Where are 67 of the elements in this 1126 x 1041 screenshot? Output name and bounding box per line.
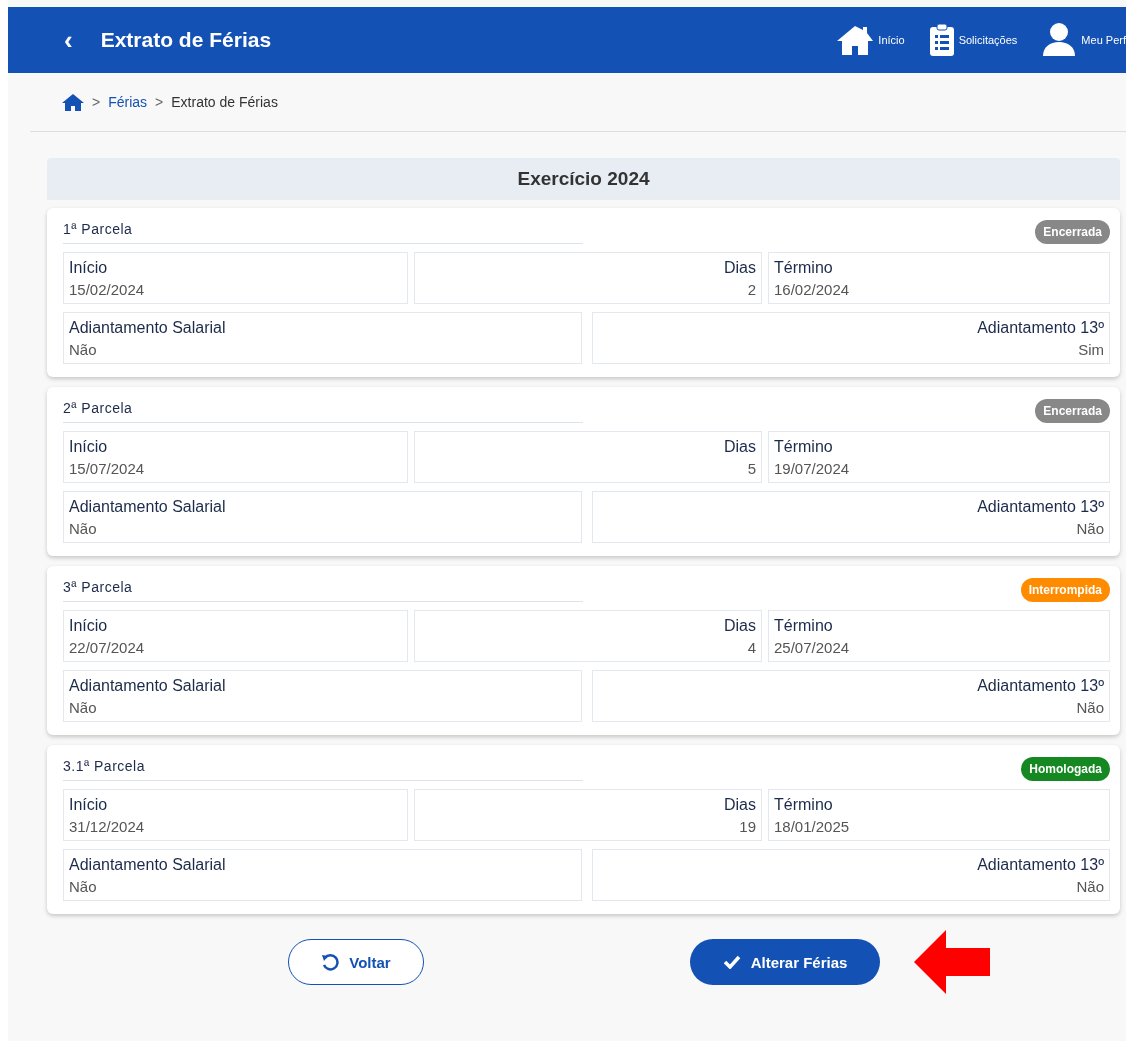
field-value: Não [1076,877,1104,895]
field-label: Adiantamento Salarial [69,497,226,516]
page-title: Extrato de Férias [100,28,273,52]
field-value: 31/12/2024 [69,817,145,835]
field-value: 22/07/2024 [69,638,145,656]
field-value: Não [69,340,97,358]
field-label: Adiantamento 13º [977,318,1104,337]
field-value: 4 [747,638,756,656]
home-icon [836,24,875,56]
field-value: 2 [747,280,756,298]
field-label: Adiantamento 13º [977,497,1104,516]
nav-link[interactable]: Início [836,24,905,56]
section-header: Exercício 2024 [47,158,1120,200]
user-icon [1041,22,1078,58]
installment-title: 1ª Parcela [63,220,583,244]
installment-title: 3.1ª Parcela [63,757,583,781]
field-value: Sim [1078,340,1104,358]
field-label: Dias [724,437,756,456]
field-value: 19/07/2024 [774,459,850,477]
field-value: 18/01/2025 [774,817,850,835]
clipboard-icon [928,23,955,57]
field-label: Início [69,616,108,635]
installment-title: 3ª Parcela [63,578,583,602]
field-label: Início [69,437,108,456]
alter-button[interactable]: Alterar Férias [690,939,880,985]
status-badge: Encerrada [1035,220,1110,244]
field-value: Não [69,877,97,895]
undo-icon [321,953,340,971]
field-label: Término [774,795,833,814]
arrow-icon [914,930,990,994]
field-label: Adiantamento Salarial [69,676,226,695]
field-value: Não [1076,698,1104,716]
field-value: Não [69,698,97,716]
field-label: Término [774,437,833,456]
field-value: 25/07/2024 [774,638,850,656]
field-value: 15/07/2024 [69,459,145,477]
status-badge: Homologada [1021,757,1110,781]
field-label: Dias [724,795,756,814]
check-icon [722,955,741,969]
field-value: 16/02/2024 [774,280,850,298]
status-badge: Interrompida [1020,578,1110,602]
field-label: Dias [724,616,756,635]
field-value: Não [1076,519,1104,537]
field-label: Término [774,616,833,635]
field-value: 5 [747,459,756,477]
field-label: Dias [724,258,756,277]
back-button[interactable]: ‹ [60,27,77,53]
field-label: Adiantamento Salarial [69,318,226,337]
status-badge: Encerrada [1035,399,1110,423]
field-value: 15/02/2024 [69,280,145,298]
breadcrumb-current: Extrato de Férias [171,94,278,110]
field-label: Adiantamento 13º [977,855,1104,874]
field-label: Término [774,258,833,277]
field-label: Início [69,795,108,814]
field-label: Início [69,258,108,277]
back-button[interactable]: Voltar [288,939,424,985]
nav-link[interactable]: Meu Perf [1041,22,1126,58]
field-value: Não [69,519,97,537]
breadcrumb-separator: > [92,94,101,110]
nav-link[interactable]: Solicitações [928,23,1018,57]
installment-title: 2ª Parcela [63,399,583,423]
home-icon[interactable] [62,93,84,111]
breadcrumb-separator: > [155,94,164,110]
field-label: Adiantamento Salarial [69,855,226,874]
field-label: Adiantamento 13º [977,676,1104,695]
field-value: 19 [739,817,756,835]
breadcrumb-link[interactable]: Férias [108,94,148,110]
